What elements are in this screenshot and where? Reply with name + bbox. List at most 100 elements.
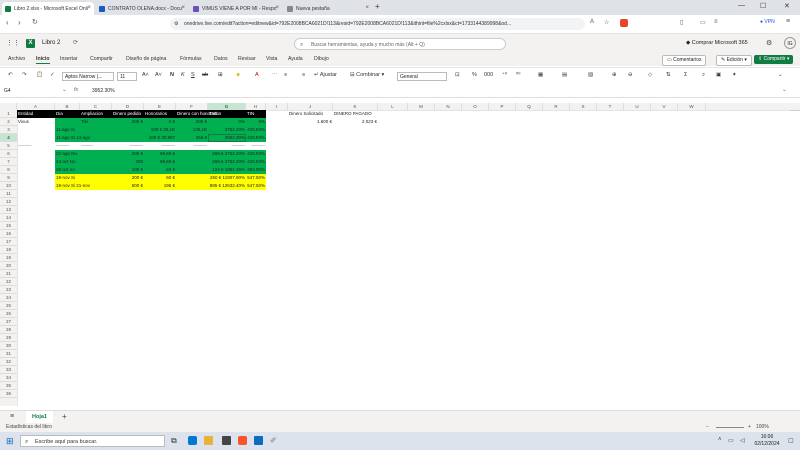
browser-tab[interactable]: VIMUS VIENE A POR MI - Respondi × — [190, 2, 282, 15]
file-explorer-icon[interactable] — [204, 436, 213, 445]
cell-k1[interactable]: DINERO PAGADO — [333, 110, 378, 118]
clipboard-icon[interactable]: 📋 — [36, 72, 43, 78]
new-tab-button[interactable]: + — [375, 2, 380, 11]
row-header-10[interactable]: 10 — [0, 182, 17, 190]
cell-c5[interactable]: -------- — [80, 142, 112, 150]
cell-f3[interactable]: 135,1E — [176, 126, 208, 134]
redo-icon[interactable]: ↷ — [22, 72, 27, 78]
cell-f8[interactable]: 124 € 1861.26% — [176, 166, 246, 174]
cell-h1[interactable]: TIN — [246, 110, 266, 118]
row-header-19[interactable]: 19 — [0, 254, 17, 262]
search-input[interactable]: ⌕ Buscar herramientas, ayuda y mucho más… — [294, 38, 506, 50]
underline-icon[interactable]: S — [191, 72, 195, 78]
column-header-j[interactable]: J — [288, 103, 333, 110]
avatar[interactable]: IG — [784, 37, 796, 49]
menu-tab-archivo[interactable]: Archivo — [8, 56, 25, 62]
function-icon[interactable]: fx — [74, 87, 78, 93]
column-header-k[interactable]: K — [333, 103, 378, 110]
column-header-c[interactable]: C — [80, 103, 112, 110]
decrease-decimal-icon[interactable]: ⁰⁰ — [516, 72, 520, 78]
zoom-out-icon[interactable]: − — [706, 424, 709, 430]
bookmark-star-icon[interactable]: ☆ — [604, 19, 609, 26]
cell-b8[interactable]: 28-oct no — [55, 166, 112, 174]
bold-icon[interactable]: N — [170, 72, 174, 78]
saved-status-icon[interactable]: ⟳ — [73, 39, 78, 46]
back-icon[interactable]: ‹ — [6, 18, 9, 27]
thousands-icon[interactable]: 000 — [484, 72, 493, 78]
cell-e6[interactable]: 69,60 € — [144, 150, 176, 158]
file-name[interactable]: Libro 2 — [42, 40, 60, 46]
cell-b7[interactable]: 24-oct No — [55, 158, 112, 166]
row-header-12[interactable]: 12 — [0, 198, 17, 206]
row-header-2[interactable]: 2 — [0, 118, 17, 126]
minimize-icon[interactable]: — — [738, 2, 745, 9]
cell-j2[interactable]: 1.600 € — [288, 118, 333, 126]
column-header-b[interactable]: B — [55, 103, 80, 110]
close-tab-icon[interactable]: × — [181, 5, 185, 11]
column-header-n[interactable]: N — [435, 103, 462, 110]
translate-icon[interactable]: A — [590, 19, 594, 25]
cell-f7[interactable]: 269,6 3752.40% — [176, 158, 246, 166]
menu-tab-vista[interactable]: Vista — [266, 56, 277, 62]
cell-d4[interactable]: 100 € 30,987 — [112, 134, 176, 142]
decrease-font-icon[interactable]: A˅ — [155, 72, 162, 78]
menu-tab-compartir[interactable]: Compartir — [90, 56, 113, 62]
cell-d6[interactable]: 200 € — [112, 150, 144, 158]
outlook-icon[interactable] — [254, 436, 263, 445]
cell-styles-icon[interactable]: ▧ — [588, 72, 593, 78]
workbook-statistics[interactable]: Estadísticas del libro — [6, 424, 52, 430]
row-header-20[interactable]: 20 — [0, 262, 17, 270]
cell-h9[interactable]: 547.50% — [246, 174, 266, 182]
cell-f10[interactable]: 895 € 12632.40% — [176, 182, 246, 190]
menu-tab-inicio[interactable]: Inicio — [36, 56, 50, 64]
cell-d3[interactable]: 100 € 35,1E — [112, 126, 176, 134]
row-header-35[interactable]: 35 — [0, 382, 17, 390]
align-left-icon[interactable]: ≡ — [284, 72, 287, 78]
row-header-33[interactable]: 33 — [0, 366, 17, 374]
merge-button[interactable]: ⊟ Combinar ▾ — [350, 72, 384, 78]
row-header-24[interactable]: 24 — [0, 294, 17, 302]
menu-hamburger-icon[interactable]: ≡ — [714, 19, 718, 25]
font-family-select[interactable]: Aptos Narrow (... — [62, 72, 114, 81]
column-header-w[interactable]: W — [678, 103, 706, 110]
menu-tab-f-rmulas[interactable]: Fórmulas — [180, 56, 202, 62]
menu-tab-dise-o-de-p-gina[interactable]: Diseño de página — [126, 56, 166, 62]
cell-f2[interactable]: 200 € — [176, 118, 208, 126]
cell-g3[interactable]: 3752,40% — [208, 126, 246, 134]
row-header-28[interactable]: 28 — [0, 326, 17, 334]
sidebar-icon[interactable]: ▯ — [680, 19, 683, 26]
row-header-31[interactable]: 31 — [0, 350, 17, 358]
cell-a2[interactable]: Vivus — [17, 118, 55, 126]
row-header-13[interactable]: 13 — [0, 206, 17, 214]
wrap-text-button[interactable]: ↵ Ajustar — [314, 72, 337, 78]
windows-start-icon[interactable]: ⊞ — [6, 436, 14, 447]
cell-b1[interactable]: Dia — [55, 110, 80, 118]
add-sheet-button[interactable]: + — [62, 412, 67, 421]
menu-tab-insertar[interactable]: Insertar — [60, 56, 78, 62]
row-header-22[interactable]: 22 — [0, 278, 17, 286]
network-icon[interactable]: ▭ — [728, 437, 734, 444]
row-header-16[interactable]: 16 — [0, 230, 17, 238]
cell-h10[interactable]: 547.50% — [246, 182, 266, 190]
cell-f4[interactable]: 256 € — [176, 134, 208, 142]
cell-b6[interactable]: 22-ago No — [55, 150, 112, 158]
cell-h6[interactable]: 425.83% — [246, 150, 266, 158]
row-header-15[interactable]: 15 — [0, 222, 17, 230]
insert-cells-icon[interactable]: ⊕ — [612, 72, 617, 78]
zoom-level[interactable]: 100% — [756, 424, 769, 430]
close-window-icon[interactable]: ✕ — [784, 2, 790, 10]
reload-icon[interactable]: ↻ — [32, 18, 38, 26]
row-header-29[interactable]: 29 — [0, 334, 17, 342]
cell-g1[interactable]: TAE — [208, 110, 246, 118]
row-header-4[interactable]: 4 — [0, 134, 17, 142]
cell-b3[interactable]: 11-ago Si — [55, 126, 112, 134]
row-header-3[interactable]: 3 — [0, 126, 17, 134]
row-header-27[interactable]: 27 — [0, 318, 17, 326]
cell-h4[interactable]: 425.83% — [246, 134, 266, 142]
taskbar-search-input[interactable]: ⌕ Escribe aquí para buscar. — [20, 435, 165, 447]
cell-h5[interactable]: --------- — [246, 142, 266, 150]
cell-h2[interactable]: 0% — [246, 118, 266, 126]
currency-icon[interactable]: ⊡ — [455, 72, 460, 78]
increase-font-icon[interactable]: A˄ — [142, 72, 149, 78]
cell-e1[interactable]: Honorarios — [144, 110, 176, 118]
